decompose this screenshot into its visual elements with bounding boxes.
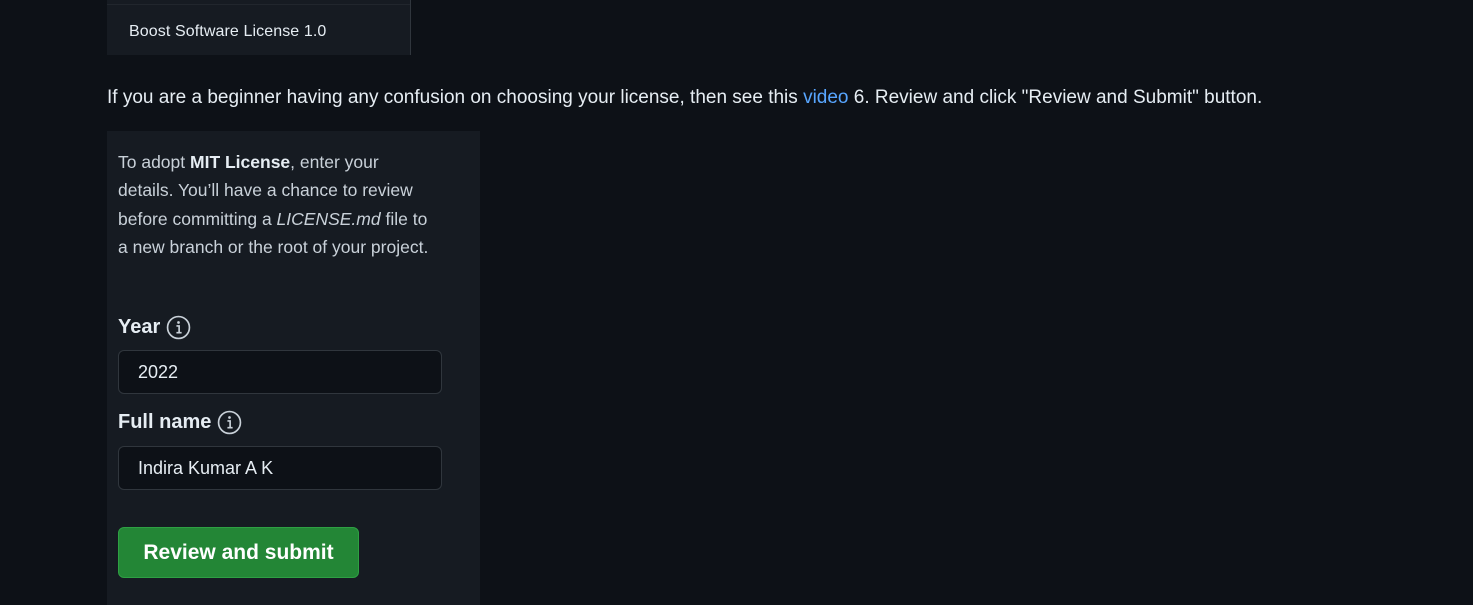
license-file-name: LICENSE.md [276, 208, 381, 229]
full-name-input[interactable] [118, 446, 442, 490]
instruction-text-after: 6. Review and click "Review and Submit" … [848, 87, 1263, 108]
form-description: To adopt MIT License, enter your details… [118, 148, 438, 261]
desc-part-1: To adopt [118, 152, 190, 172]
page: Boost Software License 1.0 If you are a … [0, 0, 1473, 605]
year-label-text: Year [118, 316, 161, 338]
license-option-boost[interactable]: Boost Software License 1.0 [129, 23, 326, 41]
instruction-text-before: If you are a beginner having any confusi… [107, 87, 804, 108]
instruction-text: If you are a beginner having any confusi… [107, 86, 1407, 110]
info-circle-icon[interactable] [166, 315, 191, 340]
full-name-label: Full name [118, 410, 242, 435]
review-and-submit-button[interactable]: Review and submit [118, 527, 359, 578]
full-name-label-text: Full name [118, 411, 212, 433]
year-input[interactable] [118, 350, 442, 394]
video-link[interactable]: video [803, 87, 848, 108]
list-divider [107, 4, 410, 5]
license-form-panel: To adopt MIT License, enter your details… [107, 131, 480, 605]
license-name: MIT License [190, 152, 291, 172]
year-label: Year [118, 315, 191, 340]
info-circle-icon[interactable] [217, 410, 242, 435]
license-list: Boost Software License 1.0 [107, 0, 411, 55]
